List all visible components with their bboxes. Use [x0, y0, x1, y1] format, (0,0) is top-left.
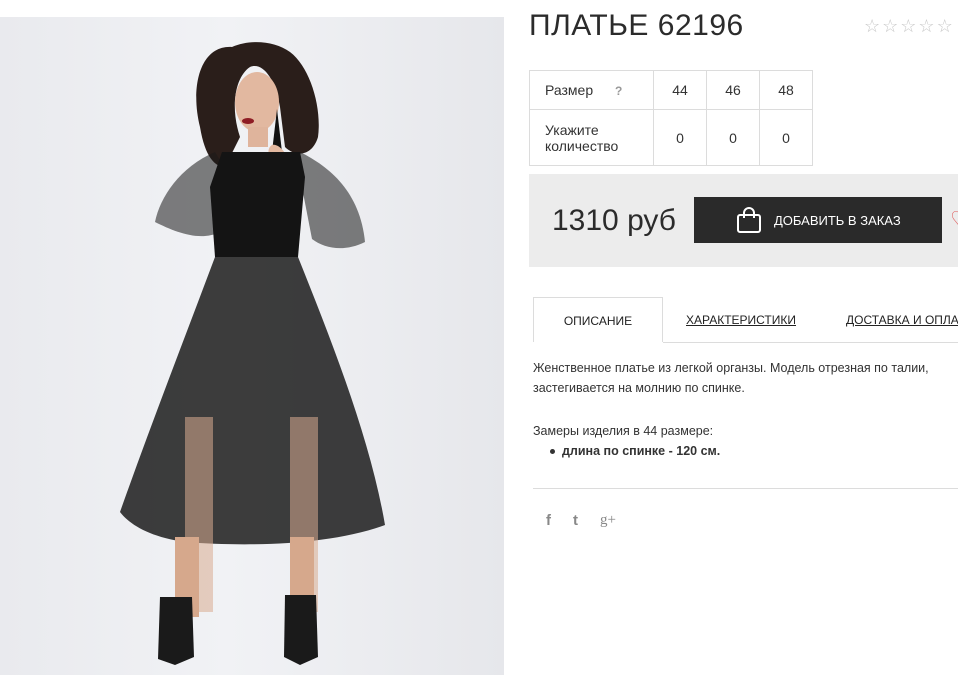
product-tabs: ОПИСАНИЕ ХАРАКТЕРИСТИКИ ДОСТАВКА И ОПЛАТ…: [533, 297, 958, 342]
product-photo[interactable]: [0, 17, 504, 675]
star-icon[interactable]: ☆: [900, 16, 916, 36]
star-icon[interactable]: ☆: [882, 16, 898, 36]
qty-input-46[interactable]: 0: [706, 109, 760, 166]
product-title: ПЛАТЬЕ 62196: [529, 9, 744, 42]
size-44: 44: [653, 70, 707, 110]
add-to-order-button[interactable]: ДОБАВИТЬ В ЗАКАЗ: [694, 197, 942, 243]
price: 1310 руб: [552, 204, 676, 237]
measure-label: Замеры изделия в 44 размере:: [533, 424, 714, 438]
star-icon[interactable]: ☆: [937, 16, 953, 36]
tab-underline: [663, 342, 958, 343]
twitter-icon[interactable]: t: [573, 512, 578, 529]
size-label-cell: Размер ?: [529, 70, 654, 110]
size-label: Размер: [545, 82, 594, 98]
size-46: 46: [706, 70, 760, 110]
description-text: Женственное платье из легкой органзы. Мо…: [533, 358, 958, 398]
facebook-icon[interactable]: f: [546, 512, 551, 529]
rating-stars[interactable]: ☆ ☆ ☆ ☆ ☆: [864, 16, 953, 36]
add-to-order-label: ДОБАВИТЬ В ЗАКАЗ: [774, 212, 901, 228]
star-icon[interactable]: ☆: [864, 16, 880, 36]
star-icon[interactable]: ☆: [918, 16, 934, 36]
description-paragraph: Женственное платье из легкой органзы. Мо…: [533, 361, 929, 395]
size-48: 48: [759, 70, 813, 110]
divider: [533, 488, 958, 489]
measure-item: длина по спинке - 120 см.: [550, 444, 720, 458]
qty-input-48[interactable]: 0: [759, 109, 813, 166]
model-illustration: [120, 42, 385, 665]
measure-item-text: длина по спинке - 120 см.: [562, 444, 721, 458]
help-icon[interactable]: ?: [615, 84, 622, 98]
size-table: Размер ? 44 46 48 Укажите количество 0 0…: [529, 70, 813, 166]
buy-box: 1310 руб ДОБАВИТЬ В ЗАКАЗ ♡: [529, 174, 958, 267]
shopping-bag-icon: [736, 206, 762, 234]
bullet-icon: [550, 449, 555, 455]
tab-delivery[interactable]: ДОСТАВКА И ОПЛАТА: [846, 297, 958, 341]
social-share: f t g+: [546, 512, 616, 529]
qty-label: Укажите количество: [529, 109, 654, 166]
tab-description[interactable]: ОПИСАНИЕ: [533, 297, 663, 342]
tab-characteristics[interactable]: ХАРАКТЕРИСТИКИ: [686, 297, 796, 341]
qty-input-44[interactable]: 0: [653, 109, 707, 166]
heart-icon[interactable]: ♡: [950, 207, 958, 233]
google-plus-icon[interactable]: g+: [600, 512, 616, 529]
